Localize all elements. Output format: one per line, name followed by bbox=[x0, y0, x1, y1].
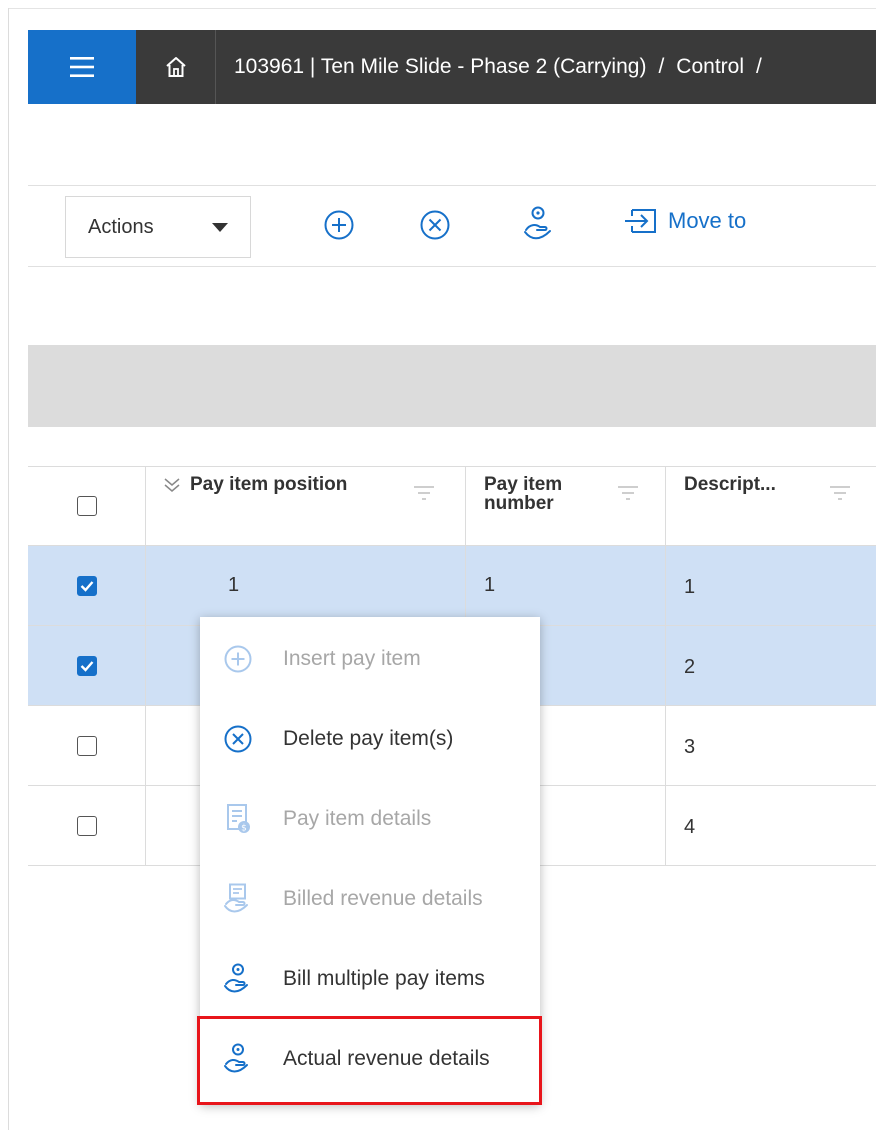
menu-item-label: Insert pay item bbox=[283, 647, 421, 670]
toolbar-bottom-divider bbox=[28, 266, 876, 267]
filter-icon[interactable] bbox=[828, 483, 852, 503]
row-checkbox[interactable] bbox=[76, 655, 97, 676]
menu-item-bill-multiple-pay-items[interactable]: Bill multiple pay items bbox=[200, 939, 540, 1019]
chevron-double-down-icon bbox=[164, 478, 180, 492]
cell-description: 2 bbox=[666, 626, 876, 705]
filter-icon[interactable] bbox=[412, 483, 436, 503]
actions-dropdown-label: Actions bbox=[88, 215, 154, 238]
svg-text:$: $ bbox=[241, 824, 247, 834]
column-label: Pay item number bbox=[484, 474, 563, 514]
move-to-icon bbox=[625, 209, 656, 233]
grid-header-row: Pay item position Pay item number Descri… bbox=[28, 466, 876, 546]
row-checkbox[interactable] bbox=[76, 575, 97, 596]
highlight-box bbox=[197, 1016, 542, 1105]
row-select-cell bbox=[28, 626, 146, 705]
row-select-cell bbox=[28, 546, 146, 625]
frame-left-border bbox=[8, 8, 9, 1130]
checkmark-icon bbox=[80, 660, 93, 672]
menu-item-delete-pay-items[interactable]: Delete pay item(s) bbox=[200, 699, 540, 779]
actions-dropdown[interactable]: Actions bbox=[65, 196, 251, 258]
document-money-icon: $ bbox=[227, 804, 250, 834]
cell-value: 1 bbox=[228, 574, 240, 596]
cell-value: 1 bbox=[484, 574, 496, 596]
row-select-cell bbox=[28, 706, 146, 785]
home-icon bbox=[165, 57, 186, 77]
menu-item-insert-pay-item[interactable]: Insert pay item bbox=[200, 619, 540, 699]
menu-item-label: Billed revenue details bbox=[283, 887, 483, 910]
top-bar: 103961 | Ten Mile Slide - Phase 2 (Carry… bbox=[28, 30, 876, 104]
plus-circle-icon bbox=[324, 210, 354, 240]
filter-icon[interactable] bbox=[616, 483, 640, 503]
select-all-checkbox[interactable] bbox=[76, 496, 97, 516]
cell-pay-item-position: 1 bbox=[146, 546, 466, 625]
row-checkbox[interactable] bbox=[76, 815, 97, 836]
move-to-label: Move to bbox=[668, 208, 747, 233]
menu-item-label: Delete pay item(s) bbox=[283, 727, 454, 750]
column-header-description[interactable]: Descript... bbox=[666, 467, 876, 545]
column-label: Descript... bbox=[684, 474, 776, 495]
menu-item-label: Bill multiple pay items bbox=[283, 967, 485, 990]
hamburger-icon bbox=[70, 57, 94, 77]
x-circle-icon bbox=[224, 725, 252, 753]
toolbar-top-divider bbox=[28, 185, 876, 186]
billed-revenue-icon bbox=[224, 883, 248, 913]
cell-value: 3 bbox=[684, 736, 696, 758]
row-checkbox[interactable] bbox=[76, 735, 97, 756]
bill-button[interactable] bbox=[518, 205, 558, 245]
cell-value: 2 bbox=[684, 656, 696, 678]
row-select-cell bbox=[28, 786, 146, 865]
cell-value: 1 bbox=[684, 576, 696, 598]
move-to-button[interactable]: Move to bbox=[622, 208, 746, 234]
breadcrumb-control[interactable]: Control bbox=[676, 55, 744, 79]
hamburger-menu-button[interactable] bbox=[28, 30, 136, 104]
menu-item-label: Pay item details bbox=[283, 807, 432, 830]
breadcrumb-separator: / bbox=[756, 55, 762, 78]
cell-description: 3 bbox=[666, 706, 876, 785]
gray-band bbox=[28, 345, 876, 427]
hand-coin-icon bbox=[524, 206, 551, 240]
column-header-pay-item-position[interactable]: Pay item position bbox=[146, 467, 466, 545]
column-header-pay-item-number[interactable]: Pay item number bbox=[466, 467, 666, 545]
breadcrumb: 103961 | Ten Mile Slide - Phase 2 (Carry… bbox=[216, 55, 774, 79]
breadcrumb-project[interactable]: 103961 | Ten Mile Slide - Phase 2 (Carry… bbox=[234, 55, 646, 79]
add-button[interactable] bbox=[319, 205, 359, 245]
cell-value: 4 bbox=[684, 816, 696, 838]
x-circle-icon bbox=[420, 210, 450, 240]
caret-down-icon bbox=[212, 223, 228, 232]
frame-top-border bbox=[8, 8, 876, 9]
hand-coin-icon bbox=[224, 963, 248, 993]
menu-item-billed-revenue-details[interactable]: Billed revenue details bbox=[200, 859, 540, 939]
home-button[interactable] bbox=[136, 30, 216, 104]
cell-description: 1 bbox=[666, 546, 876, 625]
table-row[interactable]: 1 1 1 bbox=[28, 546, 876, 626]
checkmark-icon bbox=[80, 580, 93, 592]
delete-button[interactable] bbox=[415, 205, 455, 245]
cell-description: 4 bbox=[666, 786, 876, 865]
column-label: Pay item position bbox=[190, 474, 348, 495]
select-all-cell bbox=[28, 467, 146, 545]
plus-circle-icon bbox=[224, 645, 252, 673]
menu-item-pay-item-details[interactable]: $ Pay item details bbox=[200, 779, 540, 859]
cell-pay-item-number: 1 bbox=[466, 546, 666, 625]
breadcrumb-separator: / bbox=[658, 55, 665, 78]
